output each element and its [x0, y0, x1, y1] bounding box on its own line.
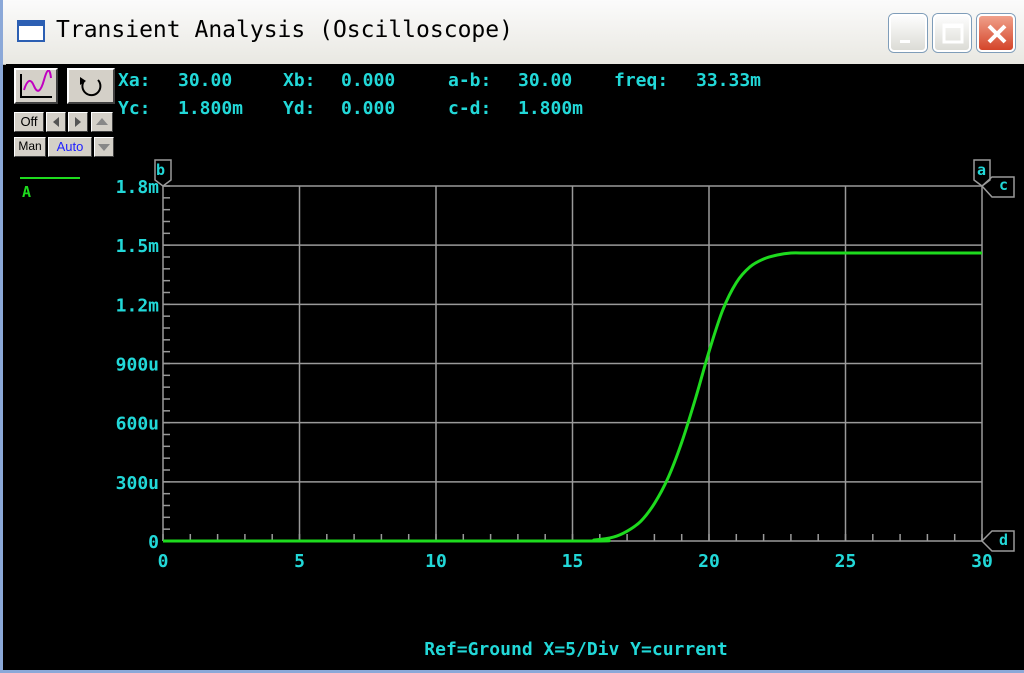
y-tick-label: 0: [148, 532, 159, 553]
cursor-d-flag: [980, 530, 1015, 552]
window-icon: [17, 20, 45, 42]
scope-display: Off Man Auto Xa: 30.00 Xb: 0.000 a-b: 30…: [6, 64, 1024, 670]
close-icon: [987, 24, 1007, 44]
minimize-icon: [900, 40, 910, 43]
scope-settings-caption: Ref=Ground X=5/Div Y=current: [424, 639, 728, 660]
minimize-button[interactable]: [889, 14, 927, 52]
x-tick-label: 25: [835, 551, 857, 572]
y-tick-label: 1.8m: [116, 177, 160, 198]
oscilloscope-window: Transient Analysis (Oscilloscope) Off Ma…: [0, 0, 1024, 673]
y-tick-label: 1.2m: [116, 295, 160, 316]
x-tick-label: 5: [294, 551, 305, 572]
x-tick-label: 30: [971, 551, 993, 572]
title-bar[interactable]: Transient Analysis (Oscilloscope): [3, 0, 1024, 65]
plot-area[interactable]: 0 5 10 15 20 25 30 0 300u 600u 900u 1.2m 1.5m 1.8m: [6, 64, 1024, 670]
cursor-c-flag: [980, 176, 1015, 198]
y-tick-label: 300u: [116, 473, 159, 494]
y-tick-label: 900u: [116, 355, 159, 376]
x-tick-label: 20: [698, 551, 720, 572]
cursor-c-marker[interactable]: c: [999, 176, 1008, 194]
cursor-a-marker[interactable]: a: [977, 161, 986, 179]
window-title: Transient Analysis (Oscilloscope): [56, 17, 513, 43]
x-tick-label: 10: [425, 551, 447, 572]
x-tick-label: 15: [562, 551, 584, 572]
cursor-b-marker[interactable]: b: [156, 161, 165, 179]
y-tick-label: 1.5m: [116, 236, 160, 257]
close-button[interactable]: [977, 14, 1015, 52]
maximize-icon: [942, 23, 964, 44]
cursor-d-marker[interactable]: d: [999, 531, 1008, 549]
maximize-button[interactable]: [933, 14, 971, 52]
x-tick-label: 0: [158, 551, 169, 572]
y-tick-label: 600u: [116, 414, 159, 435]
